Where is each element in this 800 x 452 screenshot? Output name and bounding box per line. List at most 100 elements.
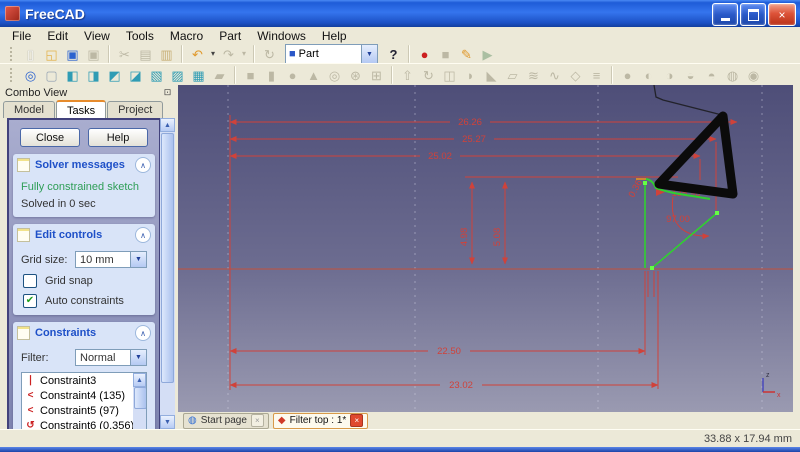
tab-close-icon[interactable]: × (350, 414, 364, 427)
collapse-icon[interactable]: ∧ (135, 227, 151, 243)
cone-primitive-icon[interactable]: ▲ (304, 66, 323, 85)
compound-icon[interactable]: ◉ (744, 66, 763, 85)
workbench-dropdown-icon[interactable]: ▼ (361, 45, 377, 63)
help-button[interactable]: Help (88, 128, 148, 147)
boolean-section-icon[interactable]: ◒ (681, 66, 700, 85)
panel-scrollbar[interactable]: ▲ ▼ (160, 118, 175, 429)
bottom-view-icon[interactable]: ▧ (147, 66, 166, 85)
loft-icon[interactable]: ≋ (524, 66, 543, 85)
right-view-icon[interactable]: ◩ (105, 66, 124, 85)
constraint-list-item[interactable]: ∣ Constraint3 (22, 373, 146, 388)
toolbar-separator[interactable] (391, 66, 393, 84)
menu-item[interactable]: File (4, 28, 39, 44)
filter-dropdown-icon[interactable]: ▼ (130, 350, 146, 365)
fit-all-icon[interactable]: ◎ (21, 66, 40, 85)
minimize-button[interactable] (712, 3, 738, 26)
section-icon[interactable]: ◇ (566, 66, 585, 85)
redo-icon[interactable]: ↷ (219, 45, 238, 64)
sweep-icon[interactable]: ∿ (545, 66, 564, 85)
3d-viewport[interactable]: 26.26 25.27 25.02 4.98 5.08 22.50 23.02 … (178, 84, 793, 412)
macro-record-icon[interactable]: ● (415, 45, 434, 64)
menu-item[interactable]: Tools (118, 28, 162, 44)
eraser-icon[interactable]: ▰ (210, 66, 229, 85)
redo-dropdown-icon[interactable]: ▾ (240, 45, 248, 64)
dock-float-icon[interactable]: ⊡ (162, 87, 173, 98)
menu-item[interactable]: View (76, 28, 118, 44)
toolbar-separator[interactable] (611, 66, 613, 84)
undo-dropdown-icon[interactable]: ▾ (209, 45, 217, 64)
cylinder-primitive-icon[interactable]: ▮ (262, 66, 281, 85)
rear-view-icon[interactable]: ◪ (126, 66, 145, 85)
macro-edit-icon[interactable]: ✎ (457, 45, 476, 64)
part-outline[interactable] (653, 84, 723, 116)
auto-constraints-checkbox[interactable]: ✔ (23, 294, 37, 308)
toolbar-separator[interactable] (253, 45, 255, 63)
draw-style-icon[interactable]: ▦ (189, 66, 208, 85)
ruled-surface-icon[interactable]: ▱ (503, 66, 522, 85)
macro-stop-icon[interactable]: ■ (436, 45, 455, 64)
undo-icon[interactable]: ↶ (188, 45, 207, 64)
toolbar-separator[interactable] (234, 66, 236, 84)
menu-item[interactable]: Macro (162, 28, 211, 44)
grid-size-dropdown-icon[interactable]: ▼ (130, 252, 146, 267)
constraint-filter-select[interactable]: Normal ▼ (75, 349, 147, 366)
grid-size-select[interactable]: 10 mm ▼ (75, 251, 147, 268)
tab-filter-top[interactable]: ◆ Filter top : 1* × (272, 412, 369, 429)
mirror-icon[interactable]: ◫ (440, 66, 459, 85)
whatsthis-icon[interactable]: ? (384, 45, 403, 64)
constraint-list-scrollbar[interactable]: ▲ ▼ (133, 373, 146, 431)
close-task-button[interactable]: Close (20, 128, 80, 147)
close-button[interactable]: × (768, 3, 796, 26)
defeaturing-icon[interactable]: ◍ (723, 66, 742, 85)
menu-item[interactable]: Windows (249, 28, 314, 44)
open-file-icon[interactable]: ◱ (42, 45, 61, 64)
scroll-up-icon[interactable]: ▲ (160, 118, 175, 132)
macro-play-icon[interactable]: ▶ (478, 45, 497, 64)
tab-model[interactable]: Model (3, 101, 55, 118)
workbench-selector[interactable]: ■ Part ▼ (285, 44, 378, 64)
dimension-labels[interactable]: 26.26 25.27 25.02 4.98 5.08 22.50 23.02 … (428, 117, 700, 391)
menu-item[interactable]: Edit (39, 28, 76, 44)
menu-item[interactable]: Part (211, 28, 249, 44)
toolbar-separator[interactable] (181, 45, 183, 63)
tab-project[interactable]: Project (107, 101, 164, 118)
constraint-list[interactable]: ∣ Constraint3 < Constraint4 (135) < Cons… (21, 372, 147, 431)
extrude-icon[interactable]: ⇧ (398, 66, 417, 85)
scroll-up-icon[interactable]: ▲ (133, 373, 146, 387)
toolbar-separator[interactable] (408, 45, 410, 63)
refresh-icon[interactable]: ↻ (260, 45, 279, 64)
tab-tasks[interactable]: Tasks (55, 100, 107, 119)
front-view-icon[interactable]: ◧ (63, 66, 82, 85)
boolean-common-icon[interactable]: ◐ (639, 66, 658, 85)
left-view-icon[interactable]: ▨ (168, 66, 187, 85)
title-bar[interactable]: FreeCAD × (0, 0, 800, 27)
restore-button[interactable] (740, 3, 766, 26)
copy-icon[interactable]: ▤ (136, 45, 155, 64)
save-icon[interactable]: ▣ (63, 45, 82, 64)
paste-icon[interactable]: ▥ (157, 45, 176, 64)
collapse-icon[interactable]: ∧ (135, 325, 151, 341)
combo-view-title[interactable]: Combo View (0, 85, 183, 100)
offset-icon[interactable]: ≡ (587, 66, 606, 85)
scrollbar-thumb[interactable] (134, 387, 146, 409)
toolbar-separator[interactable] (108, 45, 110, 63)
axonometric-view-icon[interactable]: ▢ (42, 66, 61, 85)
torus-primitive-icon[interactable]: ◎ (325, 66, 344, 85)
sphere-primitive-icon[interactable]: ● (283, 66, 302, 85)
collapse-icon[interactable]: ∧ (135, 157, 151, 173)
top-view-icon[interactable]: ◨ (84, 66, 103, 85)
shape-builder-icon[interactable]: ⊞ (367, 66, 386, 85)
new-file-icon[interactable]: ▯ (21, 45, 40, 64)
tab-close-icon[interactable]: × (250, 414, 264, 427)
chamfer-icon[interactable]: ◣ (482, 66, 501, 85)
cut-icon[interactable]: ✂ (115, 45, 134, 64)
menu-item[interactable]: Help (314, 28, 355, 44)
scroll-down-icon[interactable]: ▼ (160, 415, 175, 429)
grid-snap-checkbox[interactable] (23, 274, 37, 288)
export-icon[interactable]: ▣ (84, 45, 103, 64)
tube-primitive-icon[interactable]: ⊛ (346, 66, 365, 85)
box-primitive-icon[interactable]: ■ (241, 66, 260, 85)
dimension-lines[interactable] (229, 115, 738, 390)
tab-start-page[interactable]: ◍ Start page × (183, 412, 269, 429)
scrollbar-thumb[interactable] (161, 133, 174, 383)
